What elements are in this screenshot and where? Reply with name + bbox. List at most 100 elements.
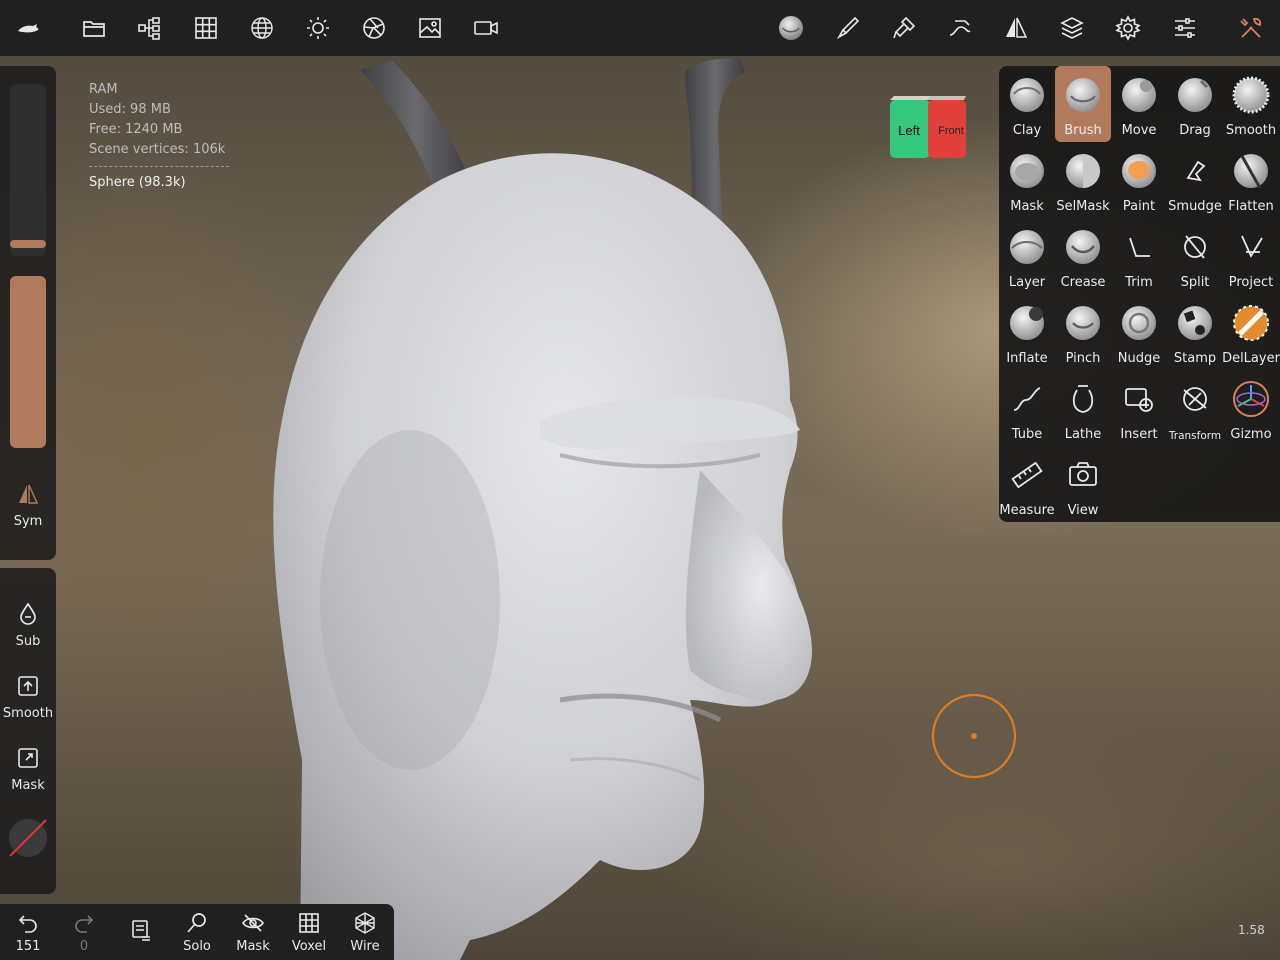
alpha-texture-button[interactable] bbox=[0, 816, 56, 864]
tool-project[interactable]: Project bbox=[1223, 218, 1279, 294]
app-logo-icon[interactable] bbox=[8, 8, 48, 48]
left-brush-panel: Sym bbox=[0, 66, 56, 560]
tool-split[interactable]: Split bbox=[1167, 218, 1223, 294]
stroke-settings-icon[interactable] bbox=[940, 8, 980, 48]
view-cube[interactable]: Left Front bbox=[888, 94, 968, 162]
tool-gizmo[interactable]: Gizmo bbox=[1223, 370, 1279, 446]
symmetry-toggle-button[interactable]: Sym bbox=[0, 478, 56, 542]
tool-smooth[interactable]: Smooth bbox=[1223, 66, 1279, 142]
tool-label-crease: Crease bbox=[1060, 275, 1106, 290]
tool-label-measure: Measure bbox=[999, 503, 1055, 518]
wire-label: Wire bbox=[350, 939, 380, 954]
brush-cursor-ring bbox=[931, 693, 1017, 779]
tool-label-layer: Layer bbox=[1008, 275, 1046, 290]
scene-menu-button[interactable] bbox=[112, 904, 168, 960]
tool-brush[interactable]: Brush bbox=[1055, 66, 1111, 142]
radius-slider[interactable] bbox=[10, 84, 46, 256]
tool-nudge[interactable]: Nudge bbox=[1111, 294, 1167, 370]
selected-object-name[interactable]: Sphere (98.3k) bbox=[89, 173, 229, 193]
tool-paint[interactable]: Paint bbox=[1111, 142, 1167, 218]
sculpt-tools-panel: Clay Brush Move Drag Smooth Mask SelMask Paint S… bbox=[999, 66, 1280, 522]
voxel-label: Voxel bbox=[291, 939, 327, 954]
tool-lathe[interactable]: Lathe bbox=[1055, 370, 1111, 446]
redo-count: 0 bbox=[79, 939, 89, 954]
tool-layer[interactable]: Layer bbox=[999, 218, 1055, 294]
ram-label: RAM bbox=[89, 82, 118, 97]
bottom-toolbar: 151 0 Solo Mask Voxel Wire bbox=[0, 904, 394, 960]
tool-label-dellayer: DelLayer bbox=[1222, 351, 1280, 366]
tool-label-nudge: Nudge bbox=[1117, 351, 1161, 366]
tool-tube[interactable]: Tube bbox=[999, 370, 1055, 446]
smooth-button[interactable]: Smooth bbox=[0, 670, 56, 734]
tool-mask[interactable]: Mask bbox=[999, 142, 1055, 218]
tool-label-move: Move bbox=[1121, 123, 1157, 138]
wireframe-button[interactable]: Wire bbox=[337, 904, 393, 960]
trim-tool-icon bbox=[1129, 237, 1150, 257]
undo-button[interactable]: 151 bbox=[0, 904, 56, 960]
intensity-slider[interactable] bbox=[10, 276, 46, 448]
settings-icon[interactable] bbox=[1108, 8, 1148, 48]
undo-count: 151 bbox=[15, 939, 41, 954]
smudge-tool-icon bbox=[1186, 160, 1206, 182]
tool-pinch[interactable]: Pinch bbox=[1055, 294, 1111, 370]
tool-view[interactable]: View bbox=[1055, 446, 1111, 522]
mask-tool-icon bbox=[1010, 154, 1044, 188]
light-icon[interactable] bbox=[298, 8, 338, 48]
tool-stamp[interactable]: Stamp bbox=[1167, 294, 1223, 370]
radius-slider-thumb[interactable] bbox=[10, 239, 46, 248]
intensity-slider-fill bbox=[10, 276, 46, 448]
video-icon[interactable] bbox=[466, 8, 506, 48]
brush-stroke-icon[interactable] bbox=[828, 8, 868, 48]
tool-label-brush: Brush bbox=[1064, 123, 1102, 138]
tool-flatten[interactable]: Flatten bbox=[1223, 142, 1279, 218]
painting-icon[interactable] bbox=[884, 8, 924, 48]
project-tool-icon bbox=[1241, 235, 1263, 258]
version-label: 1.58 bbox=[1238, 923, 1265, 937]
tool-label-smooth: Smooth bbox=[1225, 123, 1277, 138]
tool-trim[interactable]: Trim bbox=[1111, 218, 1167, 294]
grid-icon[interactable] bbox=[186, 8, 226, 48]
sliders-icon[interactable] bbox=[1165, 8, 1205, 48]
mask-visibility-button[interactable]: Mask bbox=[225, 904, 281, 960]
folder-icon[interactable] bbox=[74, 8, 114, 48]
tool-label-gizmo: Gizmo bbox=[1230, 427, 1272, 442]
sub-label: Sub bbox=[15, 634, 41, 649]
tool-label-stamp: Stamp bbox=[1173, 351, 1217, 366]
material-icon[interactable] bbox=[354, 8, 394, 48]
voxel-grid-icon bbox=[299, 913, 319, 933]
tool-insert[interactable]: Insert bbox=[1111, 370, 1167, 446]
image-icon[interactable] bbox=[410, 8, 450, 48]
tool-transform[interactable]: Transform bbox=[1167, 370, 1223, 446]
sub-button[interactable]: Sub bbox=[0, 598, 56, 662]
tool-inflate[interactable]: Inflate bbox=[999, 294, 1055, 370]
tool-measure[interactable]: Measure bbox=[999, 446, 1055, 522]
tool-crease[interactable]: Crease bbox=[1055, 218, 1111, 294]
layers-icon[interactable] bbox=[1052, 8, 1092, 48]
redo-button[interactable]: 0 bbox=[56, 904, 112, 960]
redo-icon bbox=[75, 915, 94, 933]
tool-label-project: Project bbox=[1228, 275, 1274, 290]
insert-tool-icon bbox=[1125, 388, 1153, 412]
lathe-tool-icon bbox=[1072, 385, 1094, 413]
tool-smudge[interactable]: Smudge bbox=[1167, 142, 1223, 218]
tool-dellayer[interactable]: DelLayer bbox=[1222, 294, 1280, 370]
material-sphere-icon[interactable] bbox=[771, 8, 811, 48]
split-tool-icon bbox=[1184, 235, 1206, 259]
scene-tree-icon[interactable] bbox=[130, 8, 170, 48]
ram-free: Free: 1240 MB bbox=[89, 122, 183, 137]
paint-tool-icon bbox=[1122, 154, 1156, 188]
tool-drag[interactable]: Drag bbox=[1167, 66, 1223, 142]
topology-icon[interactable] bbox=[242, 8, 282, 48]
move-tool-icon bbox=[1122, 78, 1156, 112]
symmetry-icon bbox=[19, 484, 39, 504]
tool-clay[interactable]: Clay bbox=[999, 66, 1055, 142]
tool-selmask[interactable]: SelMask bbox=[1055, 142, 1111, 218]
solo-button[interactable]: Solo bbox=[169, 904, 225, 960]
voxel-button[interactable]: Voxel bbox=[281, 904, 337, 960]
tool-move[interactable]: Move bbox=[1111, 66, 1167, 142]
tool-label-view: View bbox=[1067, 503, 1099, 518]
symmetry-icon[interactable] bbox=[996, 8, 1036, 48]
mask-button[interactable]: Mask bbox=[0, 742, 56, 806]
tools-icon[interactable] bbox=[1231, 8, 1271, 48]
view-cube-left-label: Left bbox=[898, 123, 920, 138]
